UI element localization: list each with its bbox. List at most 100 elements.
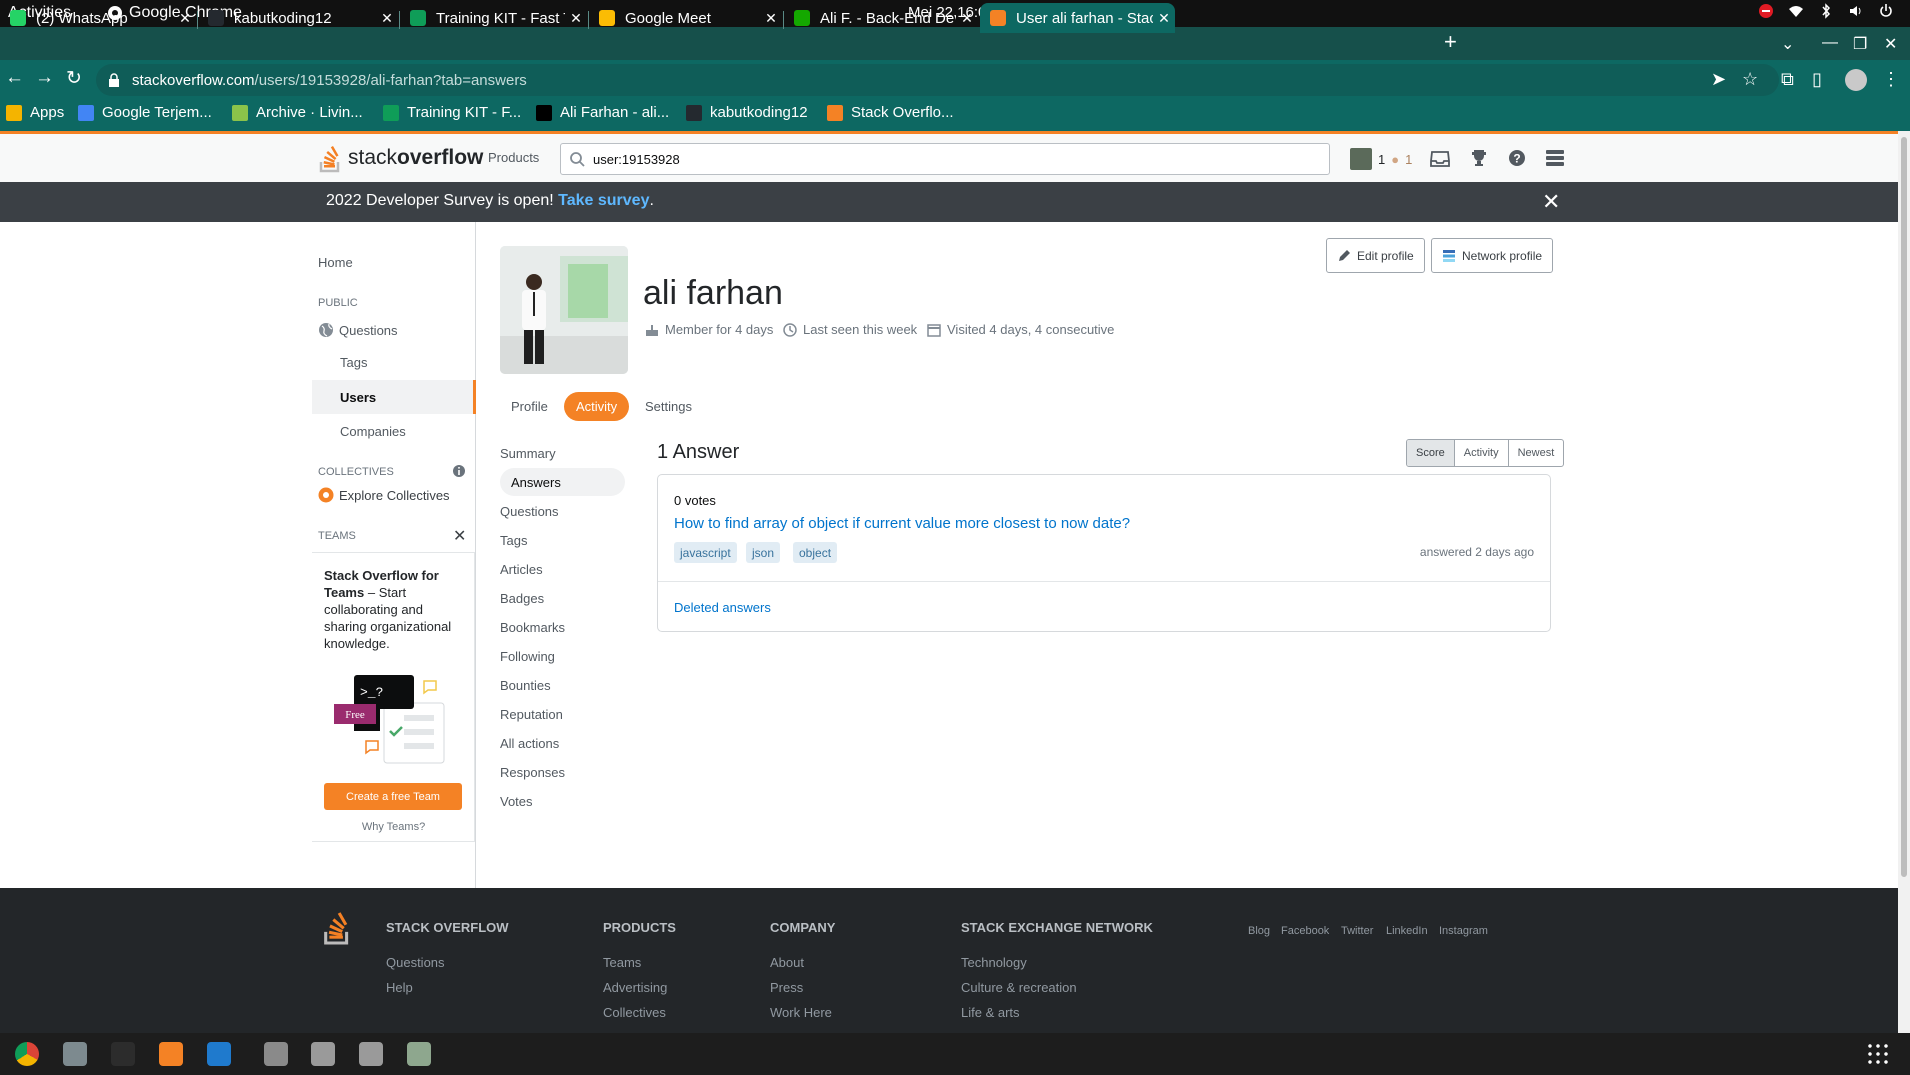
nav-companies[interactable]: Companies [340,424,406,439]
nav-users[interactable]: Users [312,380,476,414]
browser-tab[interactable]: Ali F. - Back-End Develope✕ [784,3,978,33]
bookmark-item[interactable]: Apps [6,104,64,121]
network-profile-button[interactable]: Network profile [1431,238,1554,273]
footer-link[interactable]: About [770,955,804,970]
tag-json[interactable]: json [746,542,781,563]
vscode-icon[interactable] [207,1042,231,1066]
close-teams-icon[interactable]: ✕ [453,526,466,546]
footer-link[interactable]: Collectives [603,1005,666,1020]
take-survey-link[interactable]: Take survey [558,192,649,209]
footer-social-link[interactable]: Twitter [1341,925,1373,937]
profile-avatar-icon[interactable] [1845,69,1867,91]
sublime-icon[interactable] [159,1042,183,1066]
site-search-input[interactable]: user:19153928 [560,143,1330,175]
activity-subnav-item[interactable]: Badges [500,591,544,606]
send-icon[interactable]: ➤ [1711,69,1726,90]
app-grid-icon[interactable] [1866,1042,1890,1066]
bookmark-item[interactable]: Archive · Livin... [232,104,363,121]
footer-link[interactable]: Work Here [770,1005,832,1020]
chrome-icon[interactable] [15,1042,39,1066]
bookmark-item[interactable]: Ali Farhan - ali... [536,104,669,121]
page-scrollbar[interactable] [1898,131,1910,1033]
tab-close-icon[interactable]: ✕ [174,10,196,27]
activity-subnav-item[interactable]: Questions [500,504,559,519]
side-panel-icon[interactable]: ▯ [1812,69,1822,90]
footer-link[interactable]: Teams [603,955,641,970]
address-bar[interactable]: stackoverflow.com/users/19153928/ali-far… [96,64,1779,96]
tab-activity[interactable]: Activity [564,392,630,421]
minimize-icon[interactable]: — [1822,34,1838,52]
system-tray[interactable] [1758,3,1894,19]
drive-icon[interactable] [311,1042,335,1066]
footer-social-link[interactable]: Instagram [1439,925,1488,937]
close-window-icon[interactable]: ✕ [1884,34,1897,54]
browser-tab[interactable]: kabutkoding12 ✕ [198,3,398,33]
activity-subnav-item[interactable]: Following [500,649,555,664]
create-free-team-button[interactable]: Create a free Team [324,783,462,810]
browser-tab[interactable]: Google Meet ✕ [589,3,782,33]
tab-close-icon[interactable]: ✕ [956,10,978,27]
activity-subnav-item[interactable]: Bounties [500,678,551,693]
scrollbar-thumb[interactable] [1901,137,1907,877]
reload-icon[interactable]: ↻ [66,67,82,90]
nav-home[interactable]: Home [318,255,353,270]
close-banner-icon[interactable]: ✕ [1542,189,1560,215]
browser-tab[interactable]: User ali farhan - Stack Ove✕ [980,3,1175,33]
activity-subnav-item[interactable]: Responses [500,765,565,780]
tag-object[interactable]: object [793,542,838,563]
nav-questions[interactable]: Questions [318,322,398,338]
drive2-icon[interactable] [359,1042,383,1066]
activity-subnav-item[interactable]: Votes [500,794,533,809]
footer-logo-icon[interactable] [322,908,354,946]
browser-tab[interactable]: (2) WhatsApp ✕ [0,3,196,33]
footer-link[interactable]: Life & arts [961,1005,1020,1020]
deleted-answers-link[interactable]: Deleted answers [674,600,771,615]
maximize-icon[interactable]: ❐ [1853,34,1867,54]
footer-link[interactable]: Help [386,980,413,995]
activity-subnav-item[interactable]: Answers [500,468,625,496]
achievements-trophy-icon[interactable] [1470,149,1488,167]
activity-subnav-item[interactable]: Tags [500,533,527,548]
footer-social-link[interactable]: LinkedIn [1386,925,1428,937]
tab-close-icon[interactable]: ✕ [1153,10,1175,27]
site-switcher-icon[interactable] [1546,150,1564,166]
menu-kebab-icon[interactable]: ⋮ [1882,69,1900,90]
footer-link[interactable]: Press [770,980,803,995]
trash-icon[interactable] [407,1042,431,1066]
inbox-icon[interactable] [1430,150,1450,168]
files-icon[interactable] [63,1042,87,1066]
new-tab-button[interactable]: + [1444,29,1457,55]
footer-social-link[interactable]: Blog [1248,925,1270,937]
bookmark-item[interactable]: Google Terjem... [78,104,212,121]
bookmark-item[interactable]: kabutkoding12 [686,104,808,121]
bookmark-item[interactable]: Training KIT - F... [383,104,521,121]
browser-tab[interactable]: Training KIT - Fast Track - C✕ [400,3,587,33]
bookmark-item[interactable]: Stack Overflo... [827,104,954,121]
tab-search-chevron-icon[interactable]: ⌄ [1781,34,1794,54]
footer-link[interactable]: Technology [961,955,1027,970]
nav-tags[interactable]: Tags [340,355,367,370]
activity-subnav-item[interactable]: All actions [500,736,559,751]
nav-explore-collectives[interactable]: Explore Collectives [318,487,450,503]
edit-profile-button[interactable]: Edit profile [1326,238,1425,273]
back-arrow-icon[interactable]: ← [5,67,24,89]
tab-settings[interactable]: Settings [645,392,692,421]
info-icon[interactable] [453,465,465,477]
help-icon[interactable]: ? [1508,149,1526,167]
tab-close-icon[interactable]: ✕ [565,10,587,27]
bookmark-star-icon[interactable]: ☆ [1742,69,1758,90]
sort-score[interactable]: Score [1407,440,1454,466]
sort-newest[interactable]: Newest [1507,440,1564,466]
terminal-icon[interactable] [111,1042,135,1066]
why-teams-link[interactable]: Why Teams? [312,821,475,833]
activity-subnav-item[interactable]: Reputation [500,707,563,722]
sort-activity[interactable]: Activity [1453,440,1508,466]
stackoverflow-logo[interactable]: stackoverflow [318,143,483,173]
extensions-puzzle-icon[interactable]: ⧉ [1781,69,1794,90]
disk-icon[interactable] [264,1042,288,1066]
products-menu[interactable]: Products [488,150,539,165]
tab-profile[interactable]: Profile [511,392,548,421]
tag-javascript[interactable]: javascript [674,542,737,563]
forward-arrow-icon[interactable]: → [35,67,54,89]
activity-subnav-item[interactable]: Articles [500,562,543,577]
